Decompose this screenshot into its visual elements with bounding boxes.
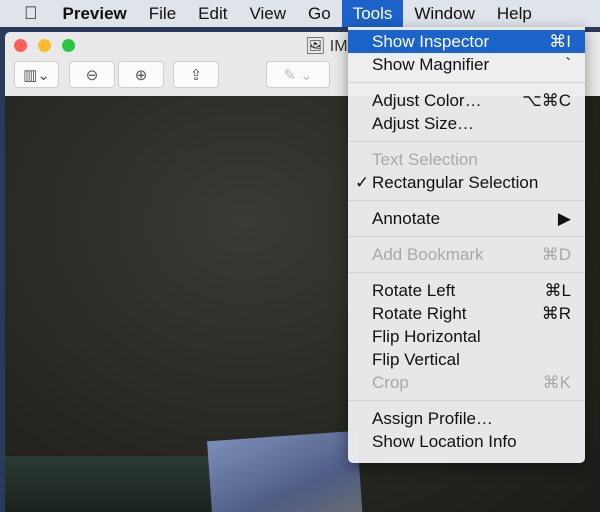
checkmark-icon: ✓ [355, 173, 370, 192]
menu-item-annotate[interactable]: Annotate ▶ [348, 207, 585, 230]
sidebar-button[interactable]: ▥⌄ [14, 61, 59, 88]
menu-item-flip-horizontal[interactable]: Flip Horizontal [348, 325, 585, 348]
menu-item-show-location-info[interactable]: Show Location Info [348, 430, 585, 453]
menu-item-shortcut: ⌘R [541, 304, 571, 323]
menu-item-label: Rotate Right [372, 304, 467, 323]
menu-edit[interactable]: Edit [187, 0, 238, 27]
menu-item-label: Adjust Color… [372, 91, 482, 110]
menu-item-show-inspector[interactable]: Show Inspector ⌘I [348, 30, 585, 53]
zoom-in-icon: ⊕ [134, 66, 148, 84]
menu-item-label: Show Location Info [372, 432, 517, 451]
zoom-in-button[interactable]: ⊕ [118, 61, 164, 88]
close-button[interactable] [14, 39, 27, 52]
menu-item-shortcut: ⌥⌘C [522, 91, 571, 110]
menu-item-label: Assign Profile… [372, 409, 493, 428]
menu-item-crop: Crop ⌘K [348, 371, 585, 394]
zoom-out-icon: ⊖ [85, 66, 99, 84]
menu-separator [348, 400, 585, 401]
menu-item-label: Add Bookmark [372, 245, 484, 264]
menu-file[interactable]: File [138, 0, 187, 27]
menu-item-adjust-size[interactable]: Adjust Size… [348, 112, 585, 135]
zoom-button[interactable] [62, 39, 75, 52]
city-lights [5, 456, 220, 512]
markup-button[interactable]: ✎ ⌄ [266, 61, 330, 88]
menu-item-assign-profile[interactable]: Assign Profile… [348, 407, 585, 430]
menu-item-label: Annotate [372, 209, 441, 228]
menu-go[interactable]: Go [297, 0, 342, 27]
menu-item-label: Show Inspector [372, 32, 490, 51]
menu-item-shortcut: ⌘I [549, 32, 571, 51]
menu-item-rotate-right[interactable]: Rotate Right ⌘R [348, 302, 585, 325]
menu-view[interactable]: View [238, 0, 297, 27]
pen-icon: ✎ ⌄ [283, 66, 313, 84]
menu-item-label: Adjust Size… [372, 114, 475, 133]
menu-item-show-magnifier[interactable]: Show Magnifier ` [348, 53, 585, 76]
menu-item-rectangular-selection[interactable]: ✓ Rectangular Selection [348, 171, 585, 194]
tools-menu: Show Inspector ⌘I Show Magnifier ` Adjust Co… [348, 27, 585, 463]
menu-item-label: Flip Horizontal [372, 327, 481, 346]
apple-menu-icon[interactable]:  [0, 0, 52, 27]
menu-item-label: Flip Vertical [372, 350, 460, 369]
menu-item-flip-vertical[interactable]: Flip Vertical [348, 348, 585, 371]
menu-separator [348, 141, 585, 142]
menu-window[interactable]: Window [403, 0, 485, 27]
menu-item-label: Crop [372, 373, 409, 392]
menu-item-rotate-left[interactable]: Rotate Left ⌘L [348, 279, 585, 302]
menu-tools[interactable]: Tools [341, 0, 404, 27]
menu-help[interactable]: Help [486, 0, 543, 27]
menu-item-label: Show Magnifier [372, 55, 490, 74]
menu-item-label: Rectangular Selection [372, 173, 539, 192]
menu-item-shortcut: ▶ [557, 209, 571, 228]
menu-item-adjust-color[interactable]: Adjust Color… ⌥⌘C [348, 89, 585, 112]
menu-item-shortcut: ` [565, 55, 571, 74]
menu-bar:  Preview File Edit View Go Tools Window… [0, 0, 600, 27]
menu-item-text-selection: Text Selection [348, 148, 585, 171]
menu-item-label: Rotate Left [372, 281, 456, 300]
minimize-button[interactable] [38, 39, 51, 52]
zoom-out-button[interactable]: ⊖ [69, 61, 115, 88]
menu-item-shortcut: ⌘D [541, 245, 571, 264]
share-icon: ⇪ [189, 66, 203, 84]
menu-preview[interactable]: Preview [52, 0, 138, 27]
sidebar-icon: ▥⌄ [23, 66, 50, 84]
menu-item-shortcut: ⌘K [542, 373, 571, 392]
menu-separator [348, 200, 585, 201]
menu-separator [348, 82, 585, 83]
menu-separator [348, 236, 585, 237]
menu-item-shortcut: ⌘L [544, 281, 571, 300]
menu-separator [348, 272, 585, 273]
menu-item-label: Text Selection [372, 150, 478, 169]
share-button[interactable]: ⇪ [173, 61, 219, 88]
inset-photo [207, 430, 363, 512]
menu-item-add-bookmark: Add Bookmark ⌘D [348, 243, 585, 266]
